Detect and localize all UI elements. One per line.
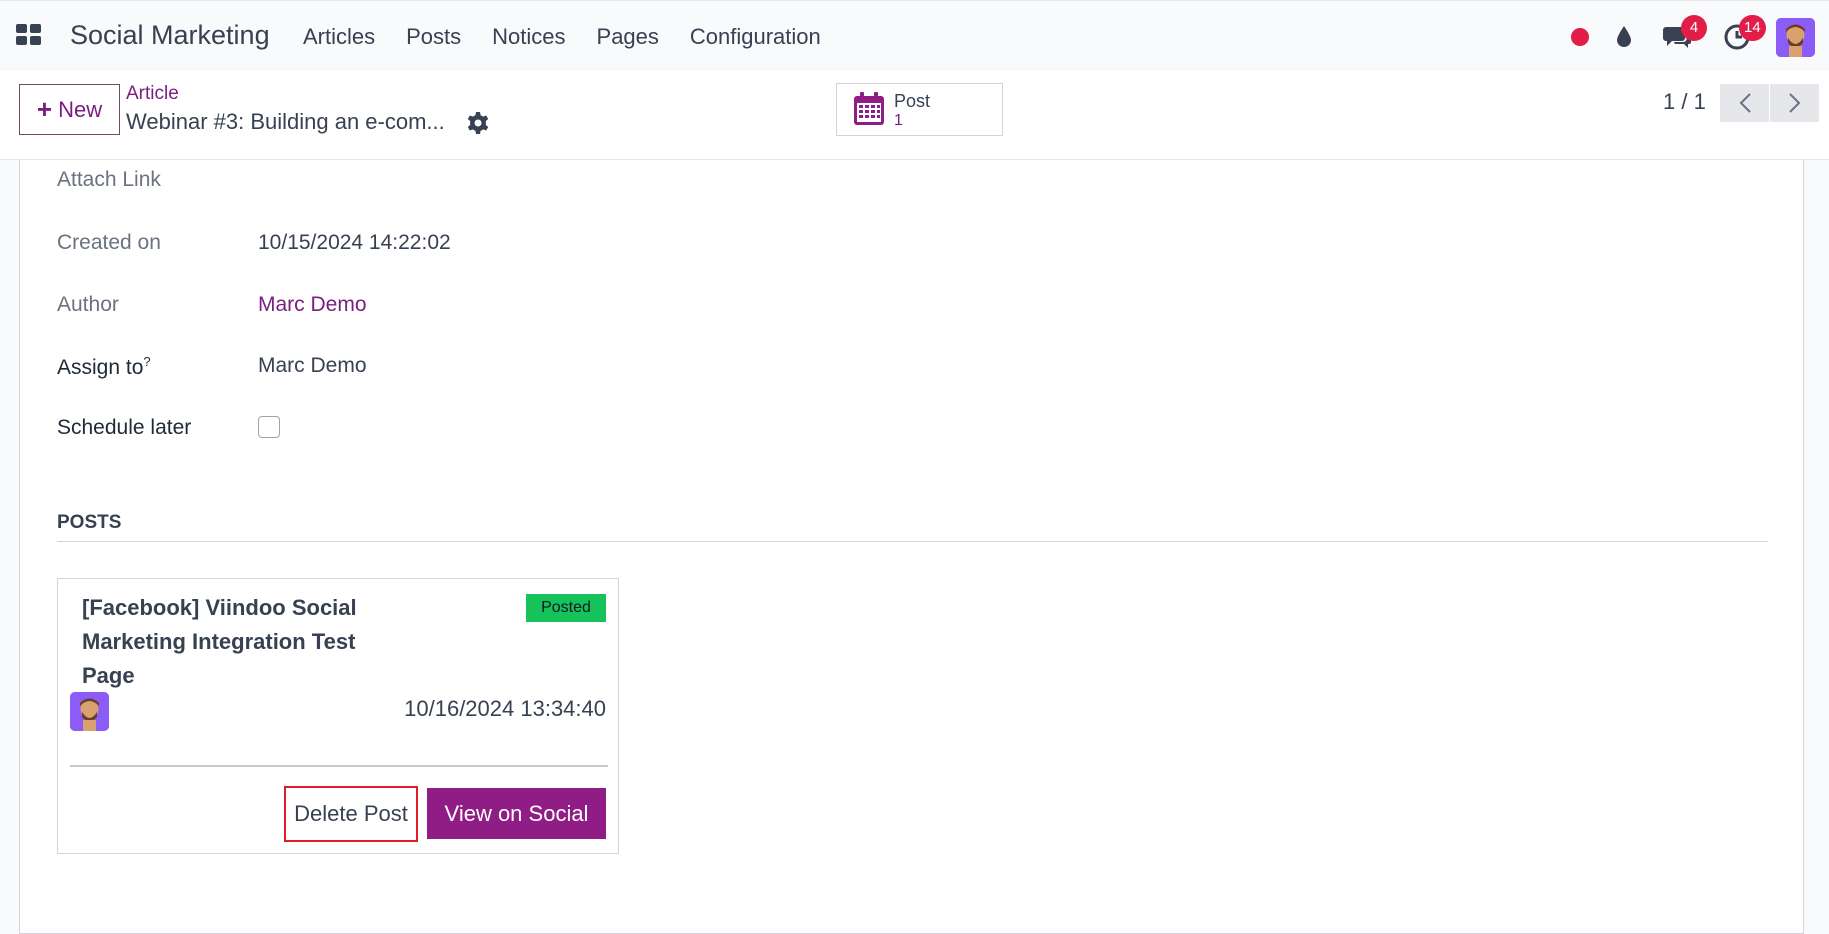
gear-icon[interactable]	[466, 111, 490, 135]
posts-section-title: POSTS	[57, 512, 122, 533]
pager-next-button[interactable]	[1770, 84, 1819, 122]
card-divider	[70, 765, 608, 767]
apps-menu-icon[interactable]	[16, 24, 42, 46]
new-button[interactable]: + New	[19, 84, 120, 135]
app-brand[interactable]: Social Marketing	[70, 20, 270, 51]
calendar-icon	[854, 92, 884, 125]
avatar	[70, 692, 109, 731]
user-avatar-icon	[1776, 18, 1815, 57]
new-button-label: New	[58, 96, 103, 122]
main-menu: Articles Posts Notices Pages Configurati…	[303, 24, 852, 50]
messages-badge: 4	[1681, 15, 1707, 41]
theme-toggle[interactable]	[1607, 1, 1641, 72]
activities-badge: 14	[1739, 15, 1766, 41]
menu-configuration[interactable]: Configuration	[690, 24, 821, 50]
attach-link-label: Attach Link	[57, 168, 161, 191]
smart-button-label: Post	[894, 91, 931, 111]
menu-posts[interactable]: Posts	[406, 24, 461, 50]
status-badge: Posted	[526, 594, 606, 622]
smart-button-value: 1	[894, 112, 903, 129]
pager-previous-button[interactable]	[1720, 84, 1769, 122]
section-divider	[57, 541, 1768, 542]
record-dot-icon	[1571, 27, 1589, 46]
post-avatar-icon	[70, 692, 109, 731]
schedule-later-label: Schedule later	[57, 416, 192, 439]
schedule-later-checkbox[interactable]	[258, 416, 280, 438]
menu-articles[interactable]: Articles	[303, 24, 375, 50]
menu-notices[interactable]: Notices	[492, 24, 565, 50]
author-label: Author	[57, 293, 119, 316]
breadcrumb-current: Webinar #3: Building an e-com...	[126, 109, 445, 134]
pager-value[interactable]: 1 / 1	[1663, 89, 1706, 115]
created-on-label: Created on	[57, 231, 161, 254]
delete-post-button[interactable]: Delete Post	[284, 786, 418, 842]
form-sheet: Attach Link Created on 10/15/2024 14:22:…	[19, 160, 1804, 934]
post-title: [Facebook] Viindoo Social Marketing Inte…	[82, 595, 357, 688]
menu-pages[interactable]: Pages	[597, 24, 659, 50]
created-on-value: 10/15/2024 14:22:02	[258, 231, 451, 254]
view-on-social-button[interactable]: View on Social	[427, 788, 606, 839]
activities-menu[interactable]: 14	[1711, 1, 1766, 72]
control-panel: + New Article Webinar #3: Building an e-…	[0, 71, 1829, 160]
post-date: 10/16/2024 13:34:40	[404, 696, 606, 721]
chevron-left-icon	[1739, 93, 1751, 113]
assign-to-value[interactable]: Marc Demo	[258, 354, 367, 378]
systray: 4 14	[1529, 1, 1829, 72]
messages-menu[interactable]: 4	[1651, 1, 1707, 72]
help-tooltip-icon[interactable]: ?	[143, 354, 150, 369]
assign-to-label: Assign to?	[57, 354, 151, 380]
breadcrumb-parent[interactable]: Article	[126, 83, 179, 105]
top-navbar: Social Marketing Articles Posts Notices …	[0, 0, 1829, 71]
author-link[interactable]: Marc Demo	[258, 293, 367, 317]
assign-to-label-text: Assign to	[57, 356, 144, 379]
user-avatar[interactable]	[1776, 18, 1815, 57]
chevron-right-icon	[1788, 93, 1800, 113]
plus-icon: +	[36, 94, 53, 124]
droplet-icon	[1617, 25, 1631, 47]
recording-indicator[interactable]	[1563, 1, 1597, 72]
post-card[interactable]: [Facebook] Viindoo Social Marketing Inte…	[57, 578, 619, 854]
post-smart-button[interactable]: Post 1	[836, 83, 1003, 136]
